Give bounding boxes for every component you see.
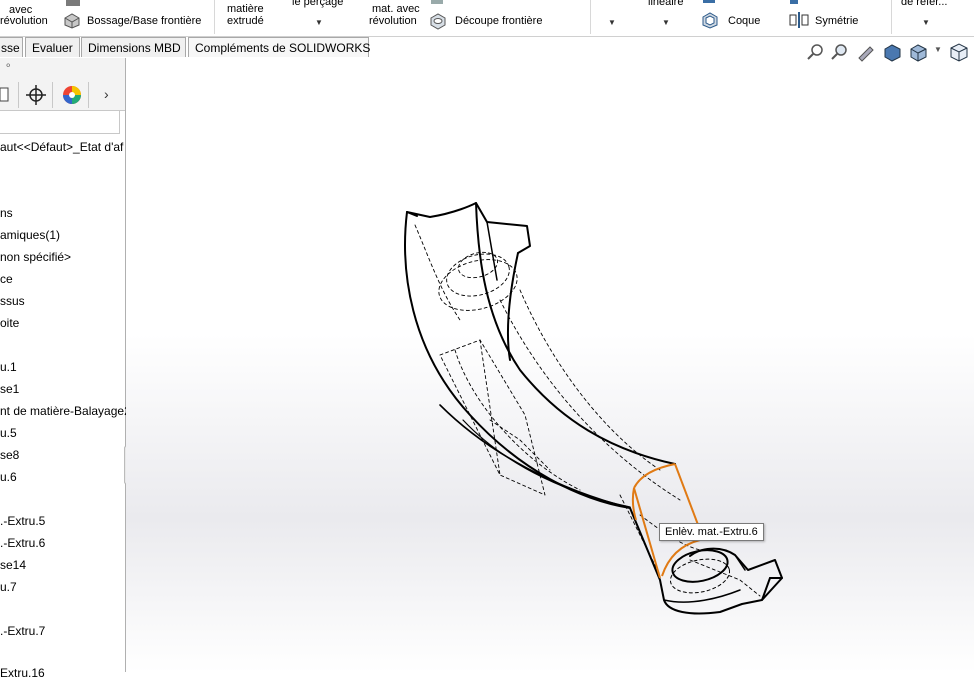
part-model[interactable] (126, 58, 974, 672)
panel-header: ⚬ (0, 58, 125, 81)
tree-item[interactable]: nt de matière-Balayage2 (0, 404, 131, 418)
tree-item-root[interactable]: aut<<Défaut>_Etat d'af (0, 140, 123, 154)
boss-icon[interactable] (64, 0, 82, 8)
sweep-cut-icon[interactable] (430, 0, 446, 6)
graphics-area[interactable] (126, 58, 974, 672)
shell-icon[interactable] (700, 11, 720, 29)
revolve-cut-label-1[interactable]: mat. avec (372, 3, 420, 15)
loft-cut-icon[interactable] (428, 12, 448, 30)
tree-item-top-plane[interactable]: ssus (0, 294, 25, 308)
linear-pattern-label[interactable]: linéaire (648, 0, 683, 8)
tab-solidworks-addins[interactable]: Compléments de SOLIDWORKS (188, 37, 370, 57)
tree-item[interactable]: u.1 (0, 360, 17, 374)
tree-item[interactable]: amiques(1) (0, 228, 60, 242)
reference-geometry-label[interactable]: de référ... (901, 0, 947, 8)
tab-assembly[interactable]: sse (0, 37, 23, 57)
tree-item-material[interactable]: non spécifié> (0, 250, 71, 264)
zoom-to-fit-icon[interactable] (806, 42, 826, 62)
pin-icon[interactable]: ⚬ (4, 61, 12, 72)
feature-tooltip: Enlèv. mat.-Extru.6 (659, 523, 764, 541)
view-orientation-icon[interactable] (908, 42, 930, 62)
dropdown-caret-icon[interactable]: ▼ (608, 18, 616, 27)
tree-item-front-plane[interactable]: ce (0, 272, 13, 286)
tree-item-right-plane[interactable]: oite (0, 316, 19, 330)
tree-item[interactable]: .-Extru.5 (0, 514, 45, 528)
loft-cut-label[interactable]: Découpe frontière (455, 15, 542, 27)
tree-item[interactable]: ns (0, 206, 13, 220)
panel-tab-strip: › (0, 80, 125, 111)
tree-item[interactable]: .-Extru.6 (0, 536, 45, 550)
tab-display-manager[interactable] (56, 82, 89, 108)
tab-configuration-manager[interactable] (20, 82, 53, 108)
shell-label[interactable]: Coque (728, 15, 760, 27)
view-orientation-dropdown-icon[interactable]: ▼ (934, 45, 942, 54)
appearance-ball-icon (63, 86, 81, 104)
feature-filter-input[interactable] (0, 110, 120, 134)
revolve-boss-label-2[interactable]: révolution (0, 15, 48, 27)
tree-item[interactable]: u.6 (0, 470, 17, 484)
toolbar-separator (891, 0, 892, 34)
zoom-to-area-icon[interactable] (830, 42, 850, 62)
mirror-label[interactable]: Symétrie (815, 15, 858, 27)
tree-item[interactable]: se1 (0, 382, 19, 396)
property-manager-icon (0, 87, 9, 102)
rib-icon[interactable] (700, 0, 720, 6)
tree-item[interactable]: u.5 (0, 426, 17, 440)
previous-view-icon[interactable] (856, 42, 876, 62)
hole-wizard-label[interactable]: le perçage (292, 0, 343, 8)
hole-wizard-dropdown-icon[interactable]: ▼ (315, 18, 323, 27)
toolbar-separator (214, 0, 215, 34)
loft-boss-icon[interactable] (62, 13, 82, 29)
tab-evaluate[interactable]: Evaluer (25, 37, 80, 57)
command-manager-tabs: sse Evaluer Dimensions MBD Compléments d… (0, 37, 370, 58)
tree-item[interactable]: u.7 (0, 580, 17, 594)
draft-icon[interactable] (788, 0, 802, 6)
linear-pattern-dropdown-icon[interactable]: ▼ (662, 18, 670, 27)
tab-mbd-dimensions[interactable]: Dimensions MBD (81, 37, 186, 57)
display-style-icon[interactable] (948, 42, 970, 62)
tree-item[interactable]: se14 (0, 558, 26, 572)
reference-geometry-dropdown-icon[interactable]: ▼ (922, 18, 930, 27)
loft-boss-label[interactable]: Bossage/Base frontière (87, 15, 201, 27)
tree-item[interactable]: .-Extru.7 (0, 624, 45, 638)
chevron-right-icon[interactable]: › (104, 86, 109, 102)
tree-item[interactable]: se8 (0, 448, 19, 462)
tree-item[interactable]: Extru.16 (0, 666, 45, 680)
command-manager-toolbar: avec révolution Bossage/Base frontière m… (0, 0, 974, 37)
crosshair-icon (26, 85, 46, 105)
section-view-icon[interactable] (882, 42, 904, 62)
toolbar-separator (590, 0, 591, 34)
mirror-icon[interactable] (788, 11, 810, 29)
extrude-cut-label-1[interactable]: matière (227, 3, 264, 15)
revolve-cut-label-2[interactable]: révolution (369, 15, 417, 27)
extrude-cut-label-2[interactable]: extrudé (227, 15, 264, 27)
feature-manager-panel: ⚬ › aut<<Défaut>_Etat d'af ns amiques(1) (0, 58, 131, 680)
tab-property-manager[interactable] (0, 82, 19, 108)
